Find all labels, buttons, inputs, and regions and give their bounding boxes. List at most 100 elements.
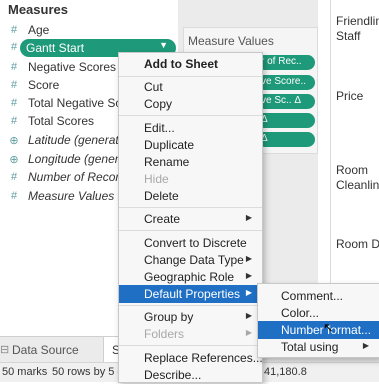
measure-icon: #	[10, 115, 18, 127]
field-label: Measure Values	[28, 189, 115, 203]
menu-item-label: Describe...	[144, 368, 202, 382]
menu-item-cut[interactable]: Cut	[119, 78, 262, 96]
menu-item-label: Duplicate	[144, 138, 195, 152]
measure-pill[interactable]: Δ	[257, 113, 315, 128]
measure-icon: #	[10, 41, 18, 53]
measure-pill[interactable]: ve Sc.. Δ	[257, 94, 315, 109]
delta-icon: Δ	[261, 133, 268, 144]
menu-item-change-data-type[interactable]: Change Data Type ▶	[119, 251, 262, 269]
menu-separator	[119, 115, 262, 116]
chevron-right-icon: ▶	[245, 311, 252, 320]
menu-separator	[119, 76, 262, 77]
menu-item-label: Group by	[144, 310, 194, 324]
measure-pill[interactable]: ve Score..	[257, 75, 315, 90]
menu-item-label: Convert to Discrete	[144, 236, 247, 250]
header-label: Price	[336, 89, 364, 103]
measure-pill[interactable]: Δ	[257, 132, 315, 147]
database-icon: ⊟	[0, 344, 10, 356]
menu-item-edit[interactable]: Edit...	[119, 119, 262, 137]
menu-item-geographic-role[interactable]: Geographic Role ▶	[119, 268, 262, 286]
chevron-right-icon: ▶	[362, 341, 369, 350]
measure-pill[interactable]: r of Rec..	[257, 55, 315, 70]
menu-item-label: Delete	[144, 189, 179, 203]
menu-item-label: Hide	[144, 172, 169, 186]
pointer-cursor-icon: ↖	[323, 320, 334, 335]
measure-icon: #	[10, 171, 18, 183]
globe-icon: ⊕	[9, 135, 19, 147]
field-label: Age	[28, 23, 50, 37]
menu-item-label: Change Data Type	[144, 253, 244, 267]
pill-label: ve Sc.. Δ	[261, 95, 302, 106]
field-label: Latitude (generate	[28, 133, 126, 147]
pill-label: ve Score..	[261, 76, 307, 87]
menu-item-label: Color...	[281, 306, 320, 320]
menu-item-number-format[interactable]: Number format...	[258, 321, 379, 339]
delta-icon: Δ	[261, 114, 268, 125]
menu-item-label: Default Properties	[144, 287, 241, 301]
menu-item-describe[interactable]: Describe...	[119, 366, 262, 384]
header-label: Staff	[336, 29, 361, 43]
menu-item-rename[interactable]: Rename	[119, 153, 262, 171]
menu-item-folders: Folders ▶	[119, 325, 262, 343]
measure-icon: #	[10, 190, 18, 202]
menu-item-color[interactable]: Color...	[258, 304, 379, 322]
measure-values-title: Measure Values	[188, 34, 274, 48]
chevron-right-icon: ▶	[245, 288, 252, 297]
menu-item-comment[interactable]: Comment...	[258, 287, 379, 305]
header-label: Cleanline	[336, 178, 379, 192]
chevron-right-icon: ▶	[245, 271, 252, 280]
menu-item-label: Copy	[144, 97, 173, 111]
menu-separator	[119, 305, 262, 306]
menu-item-label: Create	[144, 212, 181, 226]
menu-item-hide: Hide	[119, 170, 262, 188]
header-label: Friendlin	[336, 14, 379, 28]
menu-item-label: Add to Sheet	[144, 57, 218, 71]
tab-data-source[interactable]: ⊟ Data Source	[0, 337, 102, 363]
menu-item-label: Total using	[281, 340, 339, 354]
status-sum: 41,180.8	[264, 366, 307, 378]
chevron-down-icon[interactable]: ▼	[159, 40, 168, 50]
menu-item-copy[interactable]: Copy	[119, 95, 262, 113]
measure-icon: #	[10, 61, 18, 73]
field-label: Score	[28, 78, 60, 92]
field-age[interactable]: # Age	[0, 22, 178, 40]
menu-item-label: Edit...	[144, 121, 175, 135]
default-properties-submenu: Comment... Color... Number format... Tot…	[257, 283, 379, 358]
menu-separator	[119, 345, 262, 346]
menu-item-label: Rename	[144, 155, 190, 169]
measure-icon: #	[10, 97, 18, 109]
menu-item-convert-to-discrete[interactable]: Convert to Discrete	[119, 234, 262, 252]
menu-separator	[119, 230, 262, 231]
menu-item-label: Geographic Role	[144, 270, 235, 284]
menu-item-group-by[interactable]: Group by ▶	[119, 308, 262, 326]
menu-item-replace-references[interactable]: Replace References...	[119, 349, 263, 367]
measure-icon: #	[10, 24, 18, 36]
field-label: Gantt Start	[26, 41, 85, 55]
menu-item-create[interactable]: Create ▶	[119, 210, 262, 228]
field-label: Number of Record	[28, 170, 127, 184]
field-label: Longitude (genera	[28, 152, 126, 166]
pill-label: r of Rec..	[261, 56, 302, 67]
field-label: Negative Scores	[28, 60, 117, 74]
measure-icon: #	[10, 79, 18, 91]
header-label: Room De	[336, 237, 379, 251]
menu-item-duplicate[interactable]: Duplicate	[119, 136, 262, 154]
menu-item-add-to-sheet[interactable]: Add to Sheet	[119, 55, 262, 73]
tab-label: Data Source	[12, 343, 79, 357]
menu-item-delete[interactable]: Delete	[119, 187, 262, 205]
chevron-right-icon: ▶	[245, 254, 252, 263]
globe-icon: ⊕	[9, 154, 19, 166]
menu-item-total-using[interactable]: Total using ▶	[258, 338, 379, 356]
field-label: Total Scores	[28, 114, 95, 128]
menu-item-default-properties[interactable]: Default Properties ▶	[119, 285, 262, 303]
chevron-right-icon: ▶	[245, 328, 252, 337]
chevron-right-icon: ▶	[245, 213, 252, 222]
menu-item-label: Comment...	[281, 289, 344, 303]
context-menu: Add to Sheet Cut Copy Edit... Duplicate …	[118, 52, 263, 383]
menu-item-label: Cut	[144, 80, 163, 94]
status-marks: 50 marks	[2, 366, 48, 378]
header-label: Room	[336, 163, 369, 177]
measures-heading: Measures	[8, 2, 68, 17]
field-label: Total Negative Sco	[28, 96, 129, 110]
menu-item-label: Replace References...	[144, 351, 263, 365]
